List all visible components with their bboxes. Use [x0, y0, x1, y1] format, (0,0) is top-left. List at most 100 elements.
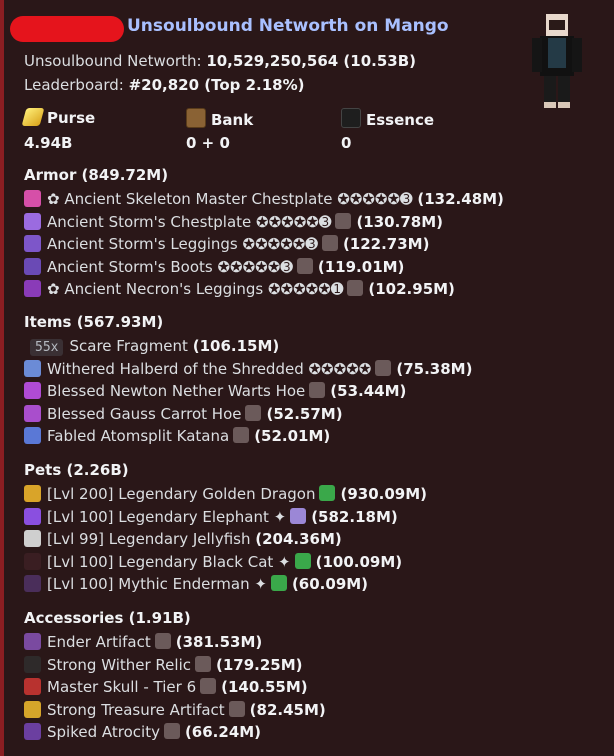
modifier-icon [163, 723, 180, 740]
list-item: Ancient Storm's Boots ✪✪✪✪✪➌ (119.01M) [24, 257, 405, 280]
item-icon [24, 575, 41, 593]
item-value: (122.73M) [342, 235, 430, 254]
item-value: (75.38M) [396, 359, 473, 378]
item-name: ✿ Ancient Necron's Leggings ✪✪✪✪✪➊ [47, 280, 344, 299]
modifier-icon [319, 485, 336, 501]
list-item: ✿ Ancient Skeleton Master Chestplate ✪✪✪… [24, 190, 504, 212]
list-item: Ancient Storm's Chestplate ✪✪✪✪✪➌ (130.78… [24, 212, 443, 235]
modifier-icon [195, 655, 211, 672]
gold-ingot-icon [21, 108, 45, 126]
item-icon [24, 530, 41, 548]
item-name: Scare Fragment [69, 337, 188, 355]
section-title: Accessories (1.91B) [24, 609, 191, 627]
modifier-icon [154, 633, 171, 649]
list-item: Withered Halberd of the Shredded ✪✪✪✪✪ (7… [24, 359, 473, 382]
list-item: Strong Wither Relic (179.25M) [24, 655, 303, 678]
leaderboard-line: Leaderboard: #20,820 (Top 2.18%) [24, 76, 305, 94]
item-icon [24, 700, 41, 718]
item-value: (140.55M) [221, 678, 308, 697]
modifier-icon [294, 552, 311, 569]
item-name: Spiked Atrocity [47, 723, 160, 742]
item-name: [Lvl 100] Legendary Elephant ✦ [47, 507, 287, 526]
modifier-icon [270, 575, 287, 592]
modifier-icon [347, 280, 364, 297]
item-name: Ancient Storm's Leggings ✪✪✪✪✪➌ [47, 235, 318, 254]
item-icon [24, 257, 41, 275]
purse-field-name: Purse [21, 108, 95, 127]
item-value: (53.44M) [330, 382, 407, 401]
item-value: (82.45M) [249, 700, 326, 719]
item-name: Strong Wither Relic [47, 655, 191, 674]
item-name: ✿ Ancient Skeleton Master Chestplate ✪✪✪… [47, 190, 413, 208]
item-icon [24, 212, 41, 230]
item-value: (100.09M) [315, 552, 403, 571]
modifier-icon [245, 404, 262, 421]
essence-field-value: 0 [341, 134, 352, 152]
modifier-icon [309, 382, 326, 399]
item-name: Blessed Gauss Carrot Hoe [47, 404, 242, 423]
item-icon [24, 359, 41, 377]
item-value: (60.09M) [291, 575, 369, 594]
list-item: Ancient Storm's Leggings ✪✪✪✪✪➌ (122.73M) [24, 235, 429, 257]
player-skin-thumbnail [532, 14, 582, 108]
section-title: Pets (2.26B) [24, 461, 129, 479]
essence-icon [341, 108, 361, 128]
item-name: [Lvl 200] Legendary Golden Dragon [47, 485, 316, 503]
networth-embed: Unsoulbound Networth on Mango Unsoulboun… [0, 0, 614, 756]
list-item: [Lvl 200] Legendary Golden Dragon (930.09… [24, 485, 427, 507]
item-value: (66.24M) [184, 723, 262, 742]
list-item: Ender Artifact (381.53M) [24, 633, 262, 655]
embed-title[interactable]: Unsoulbound Networth on Mango [127, 16, 449, 36]
item-value: (52.01M) [254, 427, 331, 446]
list-item: Blessed Newton Nether Warts Hoe (53.44M) [24, 382, 406, 404]
item-icon [24, 633, 41, 650]
list-item: Strong Treasure Artifact (82.45M) [24, 700, 326, 723]
bank-field-name: Bank [186, 108, 253, 129]
list-item: Fabled Atomsplit Katana (52.01M) [24, 427, 330, 449]
item-icon [24, 404, 41, 422]
item-icon [24, 507, 41, 525]
networth-label: Unsoulbound Networth: [24, 52, 207, 70]
item-icon [24, 280, 41, 298]
modifier-icon [321, 235, 338, 252]
essence-field-name: Essence [341, 108, 434, 129]
item-icon [24, 190, 41, 207]
modifier-icon [296, 257, 313, 274]
item-name: [Lvl 100] Mythic Enderman ✦ [47, 575, 267, 594]
item-name: [Lvl 99] Legendary Jellyfish [47, 530, 251, 549]
item-name: Strong Treasure Artifact [47, 700, 225, 719]
list-item: ✿ Ancient Necron's Leggings ✪✪✪✪✪➊ (102.9… [24, 280, 455, 302]
leaderboard-value: #20,820 (Top 2.18%) [128, 76, 305, 94]
leaderboard-label: Leaderboard: [24, 76, 129, 94]
item-value: (132.48M) [417, 190, 504, 208]
item-name: Ender Artifact [47, 633, 151, 651]
redacted-username [10, 16, 124, 42]
item-name: Fabled Atomsplit Katana [47, 427, 230, 446]
section-title: Armor (849.72M) [24, 166, 169, 184]
item-icon [24, 678, 41, 696]
item-name: Ancient Storm's Boots ✪✪✪✪✪➌ [47, 257, 293, 276]
item-icon [24, 485, 41, 502]
list-item: Master Skull - Tier 6 (140.55M) [24, 678, 308, 700]
quantity-badge: 55x [30, 339, 64, 356]
item-icon [24, 552, 41, 570]
modifier-icon [375, 359, 392, 376]
list-item: [Lvl 100] Legendary Elephant ✦ (582.18M) [24, 507, 398, 530]
item-value: (130.78M) [356, 212, 443, 231]
item-value: (52.57M) [266, 404, 343, 423]
section-title: Items (567.93M) [24, 313, 164, 331]
modifier-icon [200, 678, 217, 695]
networth-value: 10,529,250,564 (10.53B) [206, 52, 417, 70]
item-name: Ancient Storm's Chestplate ✪✪✪✪✪➌ [47, 212, 332, 231]
list-item: Blessed Gauss Carrot Hoe (52.57M) [24, 404, 343, 427]
list-item: [Lvl 99] Legendary Jellyfish (204.36M) [24, 530, 342, 552]
modifier-icon [233, 427, 250, 444]
item-name: Master Skull - Tier 6 [47, 678, 197, 697]
item-icon [24, 655, 41, 673]
modifier-icon [335, 212, 352, 229]
item-icon [24, 235, 41, 253]
item-value: (119.01M) [317, 257, 405, 276]
item-value: (106.15M) [192, 337, 280, 355]
bank-field-value: 0 + 0 [186, 134, 230, 152]
item-value: (930.09M) [340, 485, 428, 503]
